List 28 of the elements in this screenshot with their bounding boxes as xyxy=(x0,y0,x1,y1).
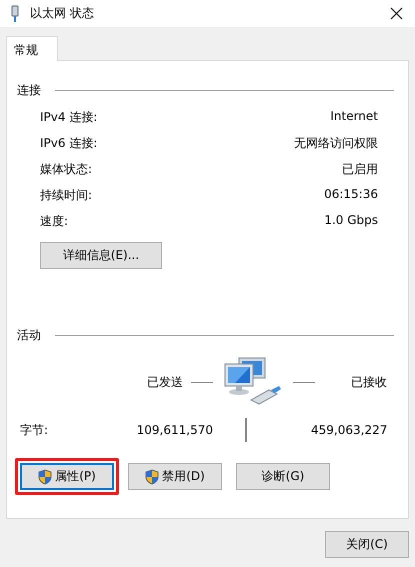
field-label: 媒体状态: xyxy=(40,161,92,178)
shield-icon xyxy=(145,468,160,484)
field-label: IPv6 连接: xyxy=(40,135,98,152)
bytes-sent-value: 109,611,570 xyxy=(136,423,213,437)
field-label: 速度: xyxy=(40,213,68,230)
sent-label: 已发送 xyxy=(146,374,183,390)
tab[interactable]: 常规 xyxy=(6,36,58,61)
field-value: 无网络访问权限 xyxy=(294,135,378,152)
close-icon[interactable] xyxy=(390,7,403,20)
section-heading: 活动 xyxy=(17,327,41,344)
network-adapter-icon xyxy=(10,4,20,22)
bytes-received-value: 459,063,227 xyxy=(311,423,388,437)
field-value: 1.0 Gbps xyxy=(324,213,378,229)
section-heading: 连接 xyxy=(17,82,41,99)
details-button[interactable]: 详细信息(E)... xyxy=(40,242,162,269)
action-button[interactable]: 禁用(D) xyxy=(128,463,222,490)
field-value: 已启用 xyxy=(342,161,378,178)
field-value: Internet xyxy=(330,109,378,125)
field-label: 持续时间: xyxy=(40,187,92,204)
field-value: 06:15:36 xyxy=(324,187,378,203)
field-label: IPv4 连接: xyxy=(40,109,98,126)
bytes-label: 字节: xyxy=(19,422,50,438)
shield-icon xyxy=(38,468,52,484)
close-button[interactable]: 关闭(C) xyxy=(325,531,409,558)
window-title: 以太网 状态 xyxy=(30,5,95,22)
action-button[interactable]: 诊断(G) xyxy=(236,463,330,490)
action-button[interactable]: 属性(P) xyxy=(20,463,114,490)
received-label: 已接收 xyxy=(351,374,387,390)
